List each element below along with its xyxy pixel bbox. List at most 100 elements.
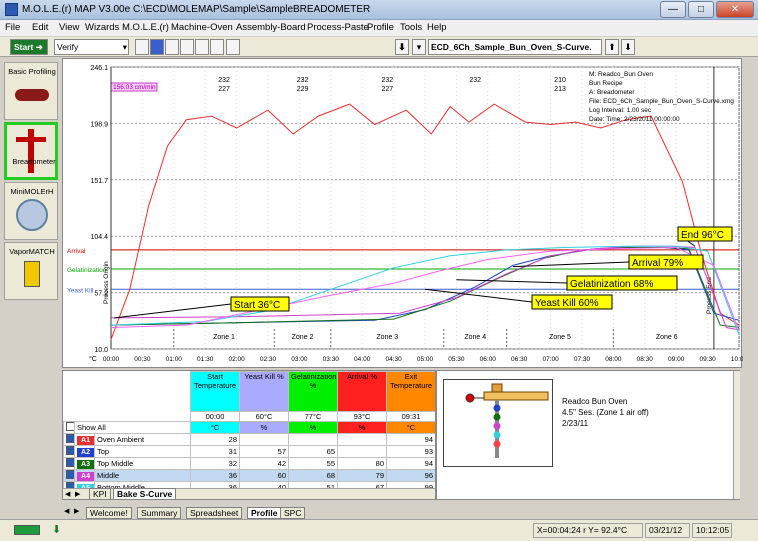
list-icon[interactable] <box>226 39 240 55</box>
status-time: 10:12:05 <box>692 523 732 538</box>
arrow-up-icon[interactable]: ⬆ <box>605 39 619 55</box>
menu-help[interactable]: Help <box>427 22 447 33</box>
tab-scroll-left-icon[interactable]: ◀ <box>64 507 69 515</box>
subtab-kpi[interactable]: KPI <box>89 488 111 499</box>
y-tick-label: 198.9 <box>90 121 108 128</box>
table-cell: 28 <box>190 433 240 446</box>
probe-diagram <box>443 379 553 467</box>
breadometer-button[interactable]: Breadometer <box>4 122 58 180</box>
channel-name: Middle <box>94 469 191 482</box>
scroll-right-icon[interactable]: ▶ <box>75 490 80 498</box>
menu-machine-oven[interactable]: Machine-Oven <box>171 22 233 33</box>
profile-chart[interactable]: 246.1 198.9 151.7 104.4 57.2 10.0 °C 00:00 00:30… <box>62 58 743 368</box>
menu-tools[interactable]: Tools <box>400 22 422 33</box>
speed-label: 156.03 cm/min <box>113 84 156 91</box>
x-tick-label: 02:30 <box>260 356 277 363</box>
x-tick-label: 02:00 <box>228 356 245 363</box>
row-checkbox[interactable] <box>66 434 74 443</box>
header-yeast-kill[interactable]: Yeast Kill % <box>239 371 289 412</box>
download-icon[interactable]: ⬇ <box>395 39 409 55</box>
table-cell: 79 <box>337 469 387 482</box>
kpi-unit-row: Show All °C % % % °C <box>63 421 435 434</box>
info-line-3: 2/23/11 <box>562 419 589 428</box>
table-row[interactable]: A3 Top Middle 32 42 55 80 94 <box>63 457 435 470</box>
print-icon[interactable] <box>165 39 179 55</box>
menu-wizards[interactable]: Wizards <box>85 22 119 33</box>
x-tick-label: 05:00 <box>417 356 434 363</box>
table-row[interactable]: A4 Middle 36 60 68 79 96 <box>63 469 435 482</box>
menu-process-paste[interactable]: Process-Paste <box>307 22 369 33</box>
zone-label: Zone 6 <box>656 334 678 341</box>
tab-spc[interactable]: SPC <box>280 507 306 519</box>
header-arrival[interactable]: Arrival % <box>337 371 387 412</box>
tab-profile[interactable]: Profile <box>247 507 282 519</box>
unit-yeast-kill: % <box>239 421 289 434</box>
channel-badge: A4 <box>77 471 94 481</box>
menu-assembly-board[interactable]: Assembly-Board <box>236 22 306 33</box>
subtab-bake-s-curve[interactable]: Bake S-Curve <box>113 488 177 499</box>
header-start-temperature[interactable]: Start Temperature <box>190 371 240 412</box>
zone-label: Zone 1 <box>213 334 235 341</box>
zone-setpoint-bottom: 213 <box>554 86 566 93</box>
callout-label: Yeast Kill 60% <box>535 298 599 309</box>
row-checkbox[interactable] <box>66 458 74 467</box>
close-button[interactable]: ✕ <box>716 1 754 18</box>
menu-profile[interactable]: Profile <box>367 22 394 33</box>
chart-info-line: Bun Recipe <box>589 80 623 87</box>
x-tick-label: 01:30 <box>197 356 214 363</box>
row-checkbox[interactable] <box>66 446 74 455</box>
table-cell: 94 <box>386 457 435 470</box>
x-tick-label: 00:30 <box>134 356 151 363</box>
table-cell <box>337 445 387 458</box>
tab-welcome[interactable]: Welcome! <box>86 507 132 519</box>
arrow-down-icon[interactable]: ⬇ <box>621 39 635 55</box>
table-cell: 55 <box>288 457 338 470</box>
table-cell: 65 <box>288 445 338 458</box>
ref-line-label: Yeast Kill <box>67 287 94 294</box>
table-row[interactable]: A1 Oven Ambient 28 94 <box>63 433 435 446</box>
menu-edit[interactable]: Edit <box>32 22 48 33</box>
header-gelatinization[interactable]: Gelatinization % <box>288 371 338 412</box>
dropdown-arrow-icon[interactable]: ▾ <box>412 39 426 55</box>
x-tick-label: 05:30 <box>448 356 465 363</box>
table-cell <box>337 433 387 446</box>
x-tick-label: 09:00 <box>668 356 685 363</box>
tab-spreadsheet[interactable]: Spreadsheet <box>186 507 243 519</box>
save-icon[interactable] <box>150 39 164 55</box>
x-tick-label: 07:30 <box>574 356 591 363</box>
row-checkbox[interactable] <box>66 470 74 479</box>
scroll-left-icon[interactable]: ◀ <box>65 490 70 498</box>
info-scrollbar[interactable] <box>733 371 740 499</box>
table-cell: 42 <box>239 457 289 470</box>
header-exit-temperature[interactable]: Exit Temperature <box>386 371 435 412</box>
status-indicator-icon <box>14 525 40 535</box>
minimize-button[interactable]: — <box>660 1 686 18</box>
profile-select-value: ECD_6Ch_Sample_Bun_Oven_S-Curve. <box>431 42 594 52</box>
ref-line-label: Arrival <box>67 248 86 255</box>
x-tick-label: 04:30 <box>385 356 402 363</box>
mode-select[interactable]: Verify ▾ <box>54 39 129 55</box>
zone-setpoint-top: 232 <box>381 77 393 84</box>
unit-gelatinization: % <box>288 421 338 434</box>
menu-mole[interactable]: M.O.L.E.(r) <box>122 22 169 33</box>
vapormatch-button[interactable]: VaporMATCH <box>4 242 58 300</box>
menu-file[interactable]: File <box>5 22 20 33</box>
chart-icon[interactable] <box>180 39 194 55</box>
vapormatch-label: VaporMATCH <box>9 247 55 256</box>
minimolerh-button[interactable]: MiniMOLErH <box>4 182 58 240</box>
table-row[interactable]: A2 Top 31 57 65 93 <box>63 445 435 458</box>
menu-view[interactable]: View <box>59 22 79 33</box>
basic-profiling-button[interactable]: Basic Profiling <box>4 62 58 120</box>
process-origin-label: Process Origin <box>103 261 110 304</box>
settings-icon[interactable] <box>210 39 224 55</box>
kpi-grid: Start Temperature Yeast Kill % Gelatiniz… <box>62 370 436 500</box>
profile-select[interactable]: ECD_6Ch_Sample_Bun_Oven_S-Curve. <box>428 39 602 55</box>
tab-scroll-right-icon[interactable]: ▶ <box>74 507 79 515</box>
start-button[interactable]: Start ➜ <box>10 39 48 55</box>
tab-summary[interactable]: Summary <box>137 507 182 519</box>
open-folder-icon[interactable] <box>135 39 149 55</box>
show-all-checkbox[interactable] <box>66 422 74 431</box>
maximize-button[interactable]: □ <box>688 1 714 18</box>
ref-line-label: Gelatinization <box>67 267 107 274</box>
table-icon[interactable] <box>195 39 209 55</box>
